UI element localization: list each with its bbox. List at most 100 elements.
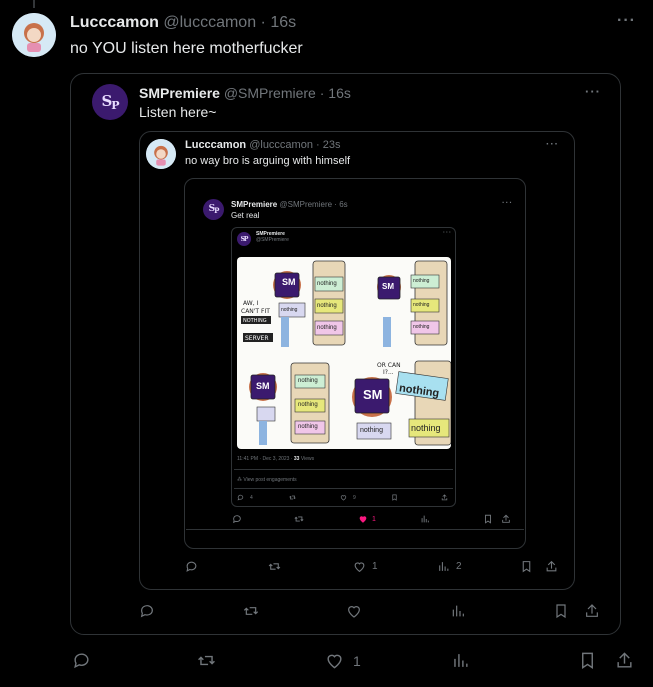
author-handle[interactable]: @lucccamon [163, 14, 256, 31]
like-button[interactable]: 1 [358, 514, 376, 524]
bookmark-button[interactable] [553, 603, 569, 619]
views-button[interactable] [451, 651, 470, 670]
share-icon [546, 560, 557, 572]
like-button: 9 [340, 494, 356, 501]
author-handle[interactable]: @SMPremiere [279, 200, 332, 209]
bookmark-button[interactable] [578, 651, 597, 670]
comic-drawing: AW, I CAN'T FIT NOTHING SERVER OR CAN I?… [241, 260, 451, 446]
comic-label: nothing [298, 402, 318, 408]
tweet-text: Listen here~ [139, 104, 217, 120]
reply-button[interactable] [139, 603, 155, 619]
reply-button[interactable] [185, 560, 198, 573]
views-icon [452, 605, 464, 617]
retweet-button[interactable] [197, 651, 216, 670]
dot-separator: · [316, 139, 320, 151]
like-button[interactable]: 1 [353, 560, 378, 573]
tweet-text: no YOU listen here motherfucker [70, 40, 303, 57]
comic-label: nothing [411, 423, 441, 433]
dot-separator: · [319, 85, 325, 101]
reply-button[interactable] [232, 514, 242, 524]
like-count: 1 [353, 652, 361, 669]
share-button [441, 494, 448, 501]
post-time: 11:41 PM · Dec 3, 2023 · [237, 456, 294, 462]
svg-text:SERVER: SERVER [245, 335, 269, 342]
like-button[interactable]: 1 [325, 651, 361, 670]
more-options-icon[interactable]: ··· [546, 139, 559, 150]
reply-icon [233, 515, 241, 524]
tweet-text: Get real [231, 211, 260, 220]
tweet-time[interactable]: 6s [339, 200, 347, 209]
views-label: Views [299, 456, 315, 462]
share-button[interactable] [584, 603, 600, 619]
retweet-button [289, 494, 296, 501]
author-name[interactable]: SMPremiere [139, 85, 220, 101]
heart-icon [348, 606, 360, 618]
heart-icon [327, 654, 342, 669]
comic-logo: SM [282, 277, 296, 287]
retweet-button[interactable] [268, 560, 281, 573]
retweet-button[interactable] [243, 603, 259, 619]
comic-logo: SM [256, 381, 270, 391]
tweet-time[interactable]: 23s [323, 139, 341, 151]
bookmark-button [391, 494, 398, 501]
comic-logo: SM [363, 387, 383, 402]
comic-image[interactable]: AW, I CAN'T FIT NOTHING SERVER OR CAN I?… [237, 257, 451, 449]
views-icon [439, 562, 449, 571]
reply-count: 4 [250, 494, 253, 501]
retweet-icon [294, 516, 304, 522]
bookmark-icon [392, 494, 397, 501]
view-engagements-link: ⁂ View post engagements [237, 477, 297, 483]
reply-button[interactable] [72, 651, 91, 670]
share-button[interactable] [545, 560, 558, 573]
svg-text:I?...: I?... [383, 369, 394, 376]
author-handle[interactable]: @SMPremiere [224, 85, 316, 101]
author-name[interactable]: Lucccamon [70, 14, 159, 31]
author-name[interactable]: Lucccamon [185, 139, 246, 151]
more-options-icon: ··· [443, 230, 452, 236]
thread-connector-line [33, 0, 35, 8]
retweet-icon [198, 655, 215, 666]
views-button[interactable]: 2 [437, 560, 462, 573]
avatar-smpremiere: SP [237, 232, 251, 246]
comic-label: nothing [413, 302, 430, 308]
avatar-lucccamon[interactable] [146, 139, 176, 169]
author-name[interactable]: SMPremiere [231, 200, 277, 209]
reply-icon [237, 494, 244, 501]
comic-label: nothing [360, 427, 383, 434]
comic-label: nothing [298, 378, 318, 384]
comic-label: nothing [317, 281, 337, 287]
bookmark-button[interactable] [520, 560, 533, 573]
views-icon [421, 515, 429, 523]
like-button[interactable] [346, 603, 362, 619]
quote4-header: SMPremiere @SMPremiere [256, 231, 289, 243]
svg-text:NOTHING: NOTHING [243, 318, 267, 324]
dot-separator: · [334, 200, 337, 209]
quote2-header: Lucccamon @lucccamon · 23s [185, 139, 341, 151]
sm-logo-icon: SP [240, 235, 249, 243]
sm-logo-icon: SP [208, 204, 220, 215]
comic-label: nothing [413, 324, 430, 330]
views-icon [454, 654, 468, 667]
retweet-button[interactable] [294, 514, 304, 524]
bookmark-icon [522, 561, 531, 573]
more-options-icon[interactable]: ··· [617, 12, 636, 30]
dot-separator: · [260, 14, 266, 31]
heart-icon [340, 495, 347, 501]
share-button[interactable] [501, 514, 511, 524]
more-options-icon[interactable]: ··· [502, 198, 513, 207]
avatar-smpremiere[interactable]: SP [203, 199, 224, 220]
views-button[interactable] [420, 514, 430, 524]
share-button[interactable] [615, 651, 634, 670]
more-options-icon[interactable]: ··· [585, 84, 601, 99]
author-handle[interactable]: @lucccamon [249, 139, 313, 151]
avatar-smpremiere[interactable]: SP [92, 84, 128, 120]
bookmark-button[interactable] [483, 514, 493, 524]
engagements-label: View post engagements [243, 477, 297, 483]
share-icon [441, 494, 448, 501]
retweet-icon [289, 495, 296, 500]
avatar-lucccamon[interactable] [12, 13, 56, 57]
tweet-time[interactable]: 16s [270, 14, 296, 31]
tweet-time[interactable]: 16s [328, 85, 351, 101]
views-button[interactable] [450, 603, 466, 619]
like-count: 1 [372, 561, 378, 572]
